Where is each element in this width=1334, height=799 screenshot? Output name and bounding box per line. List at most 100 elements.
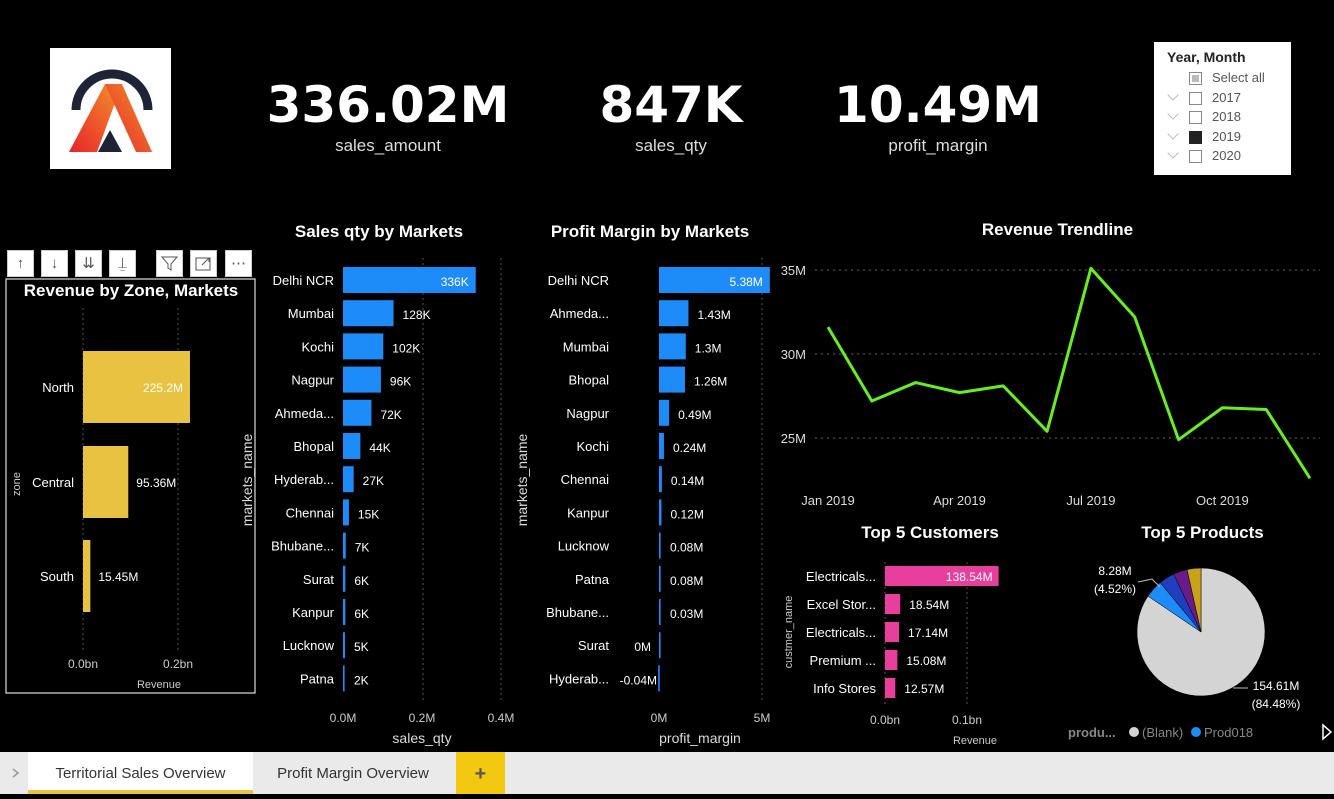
- y-category-label: Central: [32, 475, 74, 490]
- bar: [659, 532, 661, 559]
- x-axis-title: Revenue: [137, 679, 181, 691]
- x-axis-title: sales_qty: [392, 730, 451, 746]
- data-label: 96K: [390, 375, 411, 389]
- data-label: 7K: [355, 541, 370, 555]
- data-label: 2K: [354, 673, 369, 687]
- tab-scroll-button[interactable]: [0, 752, 28, 794]
- bar: [658, 665, 660, 692]
- y-axis-title: markets_name: [239, 433, 255, 526]
- data-label: 72K: [380, 408, 401, 422]
- y-category-label: Excel Stor...: [807, 597, 876, 612]
- bar: [343, 333, 384, 360]
- bar: [343, 466, 354, 493]
- y-category-label: South: [40, 569, 74, 584]
- y-category-label: Nagpur: [566, 406, 609, 421]
- data-label: 6K: [354, 607, 369, 621]
- y-category-label: Kanpur: [292, 605, 335, 620]
- x-tick-label: 0.2bn: [163, 657, 193, 671]
- legend-marker: [1129, 727, 1139, 737]
- data-label: 95.36M: [136, 476, 176, 490]
- bar: [885, 650, 898, 670]
- x-tick-label: 0.4M: [488, 711, 515, 725]
- data-label: 15.08M: [906, 654, 946, 668]
- data-label: 225.2M: [143, 381, 183, 395]
- bar: [343, 433, 361, 459]
- y-axis-title: markets_name: [514, 433, 530, 526]
- x-tick-label: 0M: [651, 711, 668, 725]
- y-category-label: Ahmeda...: [275, 406, 334, 421]
- x-tick-label: Jul 2019: [1066, 493, 1115, 508]
- x-tick-label: 0.0bn: [870, 713, 900, 727]
- y-category-label: Bhopal: [294, 439, 335, 454]
- bar: [659, 565, 661, 592]
- data-label: 0.12M: [670, 507, 703, 521]
- data-label: 5K: [354, 640, 369, 654]
- x-tick-label: 5M: [754, 711, 771, 725]
- data-label: 102K: [392, 341, 420, 355]
- y-tick-label: 30M: [781, 347, 806, 362]
- y-axis-title: zone: [11, 472, 23, 496]
- x-axis-title: Revenue: [953, 735, 997, 747]
- legend-marker: [1191, 727, 1201, 737]
- y-category-label: Bhopal: [569, 373, 610, 388]
- bar: [343, 599, 346, 625]
- revenue-line: [826, 266, 1312, 480]
- y-category-label: Chennai: [286, 505, 335, 520]
- x-tick-label: 0.0bn: [68, 657, 98, 671]
- y-tick-label: 25M: [781, 431, 806, 446]
- chevron-right-icon: [12, 768, 20, 778]
- x-tick-label: 0.1bn: [952, 713, 982, 727]
- bar: [343, 665, 345, 692]
- data-label: 5.38M: [729, 275, 762, 289]
- bar: [885, 594, 901, 614]
- legend-item: (Blank): [1142, 725, 1183, 740]
- y-category-label: Electricals...: [806, 625, 876, 640]
- y-tick-label: 35M: [781, 263, 806, 278]
- bar: [659, 399, 670, 426]
- data-label: 6K: [354, 574, 369, 588]
- x-tick-label: Jan 2019: [801, 493, 855, 508]
- data-label: 128K: [403, 308, 431, 322]
- y-category-label: Surat: [578, 638, 609, 653]
- bar: [343, 632, 345, 659]
- legend-title: produ...: [1068, 725, 1116, 740]
- data-label: 154.61M: [1253, 679, 1300, 693]
- data-label: -0.04M: [620, 673, 657, 687]
- data-label: 1.26M: [694, 375, 727, 389]
- next-page-arrow[interactable]: [1320, 722, 1334, 742]
- data-label: 1.43M: [697, 308, 730, 322]
- bar: [659, 599, 661, 625]
- y-category-label: Nagpur: [291, 373, 334, 388]
- data-label: 15K: [358, 507, 379, 521]
- tab-profit-margin-overview[interactable]: Profit Margin Overview: [253, 752, 453, 794]
- bar: [885, 678, 896, 698]
- data-label: 27K: [363, 474, 384, 488]
- tab-territorial-sales-overview[interactable]: Territorial Sales Overview: [28, 752, 253, 794]
- data-label: (84.48%): [1252, 697, 1301, 711]
- bar: [659, 466, 662, 493]
- data-label: 1.3M: [695, 341, 722, 355]
- bar: [659, 433, 664, 459]
- data-label: 12.57M: [904, 682, 944, 696]
- y-category-label: Bhubane...: [271, 539, 334, 554]
- data-label: 0.14M: [671, 474, 704, 488]
- x-axis-title: profit_margin: [659, 730, 741, 746]
- data-label: 44K: [369, 441, 390, 455]
- bar: [343, 565, 346, 592]
- y-category-label: Surat: [303, 572, 334, 587]
- data-label: 138.54M: [946, 570, 993, 584]
- y-category-label: North: [42, 380, 74, 395]
- data-label: 15.45M: [98, 570, 138, 584]
- add-page-button[interactable]: +: [456, 752, 505, 794]
- y-category-label: Kochi: [301, 339, 334, 354]
- bar: [83, 540, 91, 612]
- bar: [659, 333, 686, 360]
- data-label: 0.03M: [670, 607, 703, 621]
- x-tick-label: Oct 2019: [1196, 493, 1249, 508]
- legend-item: Prod018: [1204, 725, 1253, 740]
- y-category-label: Patna: [575, 572, 610, 587]
- bar: [343, 399, 372, 426]
- data-label: 18.54M: [909, 598, 949, 612]
- bar: [343, 532, 346, 559]
- data-label: 0M: [634, 640, 651, 654]
